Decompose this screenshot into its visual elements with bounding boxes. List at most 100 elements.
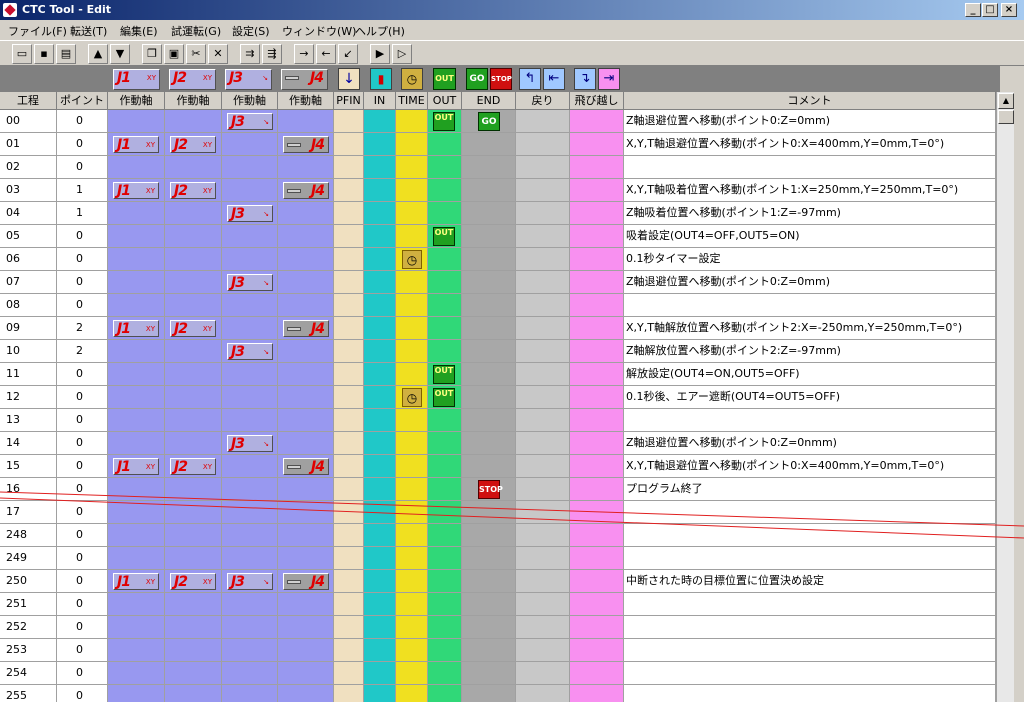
point-cell[interactable]: 0 [57,616,108,639]
end-cell[interactable] [462,662,516,685]
out-cell[interactable]: OUT [428,110,462,133]
axis2-cell[interactable] [165,547,222,570]
return-cell[interactable] [516,202,570,225]
skip-cell[interactable] [570,524,624,547]
table-row[interactable]: 02 0 [0,156,996,179]
skip-cell[interactable] [570,478,624,501]
skip-cell[interactable] [570,639,624,662]
out-cell[interactable] [428,478,462,501]
menu-settings[interactable]: 設定(S) [232,23,270,39]
pfin-cell[interactable] [334,202,364,225]
step-cell[interactable]: 04 [0,202,57,225]
time-cell[interactable] [396,639,428,662]
axis4-cell[interactable] [278,156,334,179]
return-jump-icon[interactable]: ↰ [519,68,541,90]
time-cell[interactable] [396,294,428,317]
in-cell[interactable] [364,179,396,202]
out-cell[interactable] [428,616,462,639]
table-row[interactable]: 17 0 [0,501,996,524]
point-cell[interactable]: 0 [57,524,108,547]
table-row[interactable]: 15 0 J1 XY J2 XY J4 X,Y,T軸退避位置へ移動(ポイント0:X=400mm… [0,455,996,478]
out-cell[interactable] [428,248,462,271]
skip-cell[interactable] [570,662,624,685]
comment-cell[interactable]: 0.1秒後、エアー遮断(OUT4=OUT5=OFF) [624,386,996,409]
return-cell[interactable] [516,248,570,271]
axis4-cell[interactable]: J4 [278,179,334,202]
j2-axis-button[interactable]: J2 XY [169,69,216,90]
axis2-cell[interactable] [165,616,222,639]
axis1-cell[interactable]: J1 XY [108,179,165,202]
comment-cell[interactable]: 吸着設定(OUT4=OFF,OUT5=ON) [624,225,996,248]
pfin-cell[interactable] [334,478,364,501]
j3-axis-chip[interactable]: J3 ↘ [227,113,273,130]
out-icon[interactable]: OUT [433,388,455,407]
point-cell[interactable]: 0 [57,501,108,524]
step-cell[interactable]: 06 [0,248,57,271]
j4-axis-chip[interactable]: J4 [283,573,329,590]
time-cell[interactable] [396,179,428,202]
point-cell[interactable]: 0 [57,156,108,179]
end-cell[interactable] [462,616,516,639]
axis1-cell[interactable] [108,432,165,455]
pfin-cell[interactable] [334,455,364,478]
point-cell[interactable]: 0 [57,271,108,294]
return-cell[interactable] [516,317,570,340]
menu-file[interactable]: ファイル(F) [8,23,67,39]
axis1-cell[interactable] [108,685,165,702]
out-cell[interactable] [428,455,462,478]
col-header-axis2[interactable]: 作動軸 [165,92,222,110]
axis1-cell[interactable]: J1 XY [108,455,165,478]
comment-cell[interactable] [624,616,996,639]
time-cell[interactable] [396,524,428,547]
out-cell[interactable]: OUT [428,386,462,409]
skip-jump-icon[interactable]: ↴ [574,68,596,90]
in-cell[interactable] [364,363,396,386]
axis4-cell[interactable]: J4 [278,570,334,593]
j3-axis-chip[interactable]: J3 ↘ [227,343,273,360]
axis2-cell[interactable] [165,386,222,409]
axis1-cell[interactable] [108,271,165,294]
axis3-cell[interactable] [222,156,278,179]
time-cell[interactable] [396,363,428,386]
time-cell[interactable] [396,133,428,156]
skip-cell[interactable] [570,593,624,616]
axis2-cell[interactable]: J2 XY [165,570,222,593]
out-icon[interactable]: OUT [433,227,455,246]
axis2-cell[interactable] [165,662,222,685]
axis2-cell[interactable] [165,248,222,271]
out-cell[interactable] [428,133,462,156]
end-cell[interactable] [462,271,516,294]
menu-window[interactable]: ウィンドウ(W) [282,23,356,39]
axis3-cell[interactable] [222,133,278,156]
table-row[interactable]: 251 0 [0,593,996,616]
time-cell[interactable] [396,662,428,685]
pfin-cell[interactable] [334,570,364,593]
pfin-cell[interactable] [334,432,364,455]
outdent-icon[interactable]: ← [316,44,336,64]
table-row[interactable]: 11 0 OUT 解放設定(OUT4=ON,OUT5=OFF) [0,363,996,386]
pfin-cell[interactable] [334,616,364,639]
comment-cell[interactable]: Z軸退避位置へ移動(ポイント0:Z=0nmm) [624,432,996,455]
unindent-icon[interactable]: ↙ [338,44,358,64]
step-cell[interactable]: 00 [0,110,57,133]
end-cell[interactable] [462,340,516,363]
step-cell[interactable]: 254 [0,662,57,685]
axis3-cell[interactable]: J3 ↘ [222,110,278,133]
return-cell[interactable] [516,524,570,547]
axis3-cell[interactable] [222,363,278,386]
in-cell[interactable] [364,271,396,294]
j4-axis-chip[interactable]: J4 [283,320,329,337]
in-cell[interactable] [364,662,396,685]
out-cell[interactable] [428,271,462,294]
time-cell[interactable] [396,570,428,593]
step-cell[interactable]: 09 [0,317,57,340]
table-row[interactable]: 255 0 [0,685,996,702]
end-cell[interactable] [462,202,516,225]
point-cell[interactable]: 0 [57,386,108,409]
return-cell[interactable] [516,409,570,432]
axis4-cell[interactable] [278,386,334,409]
step-cell[interactable]: 03 [0,179,57,202]
j4-axis-chip[interactable]: J4 [283,458,329,475]
table-row[interactable]: 00 0 J3 ↘ OUT GO Z軸退避位置へ移動(ポイント0:Z=0mm) [0,110,996,133]
axis1-cell[interactable] [108,386,165,409]
